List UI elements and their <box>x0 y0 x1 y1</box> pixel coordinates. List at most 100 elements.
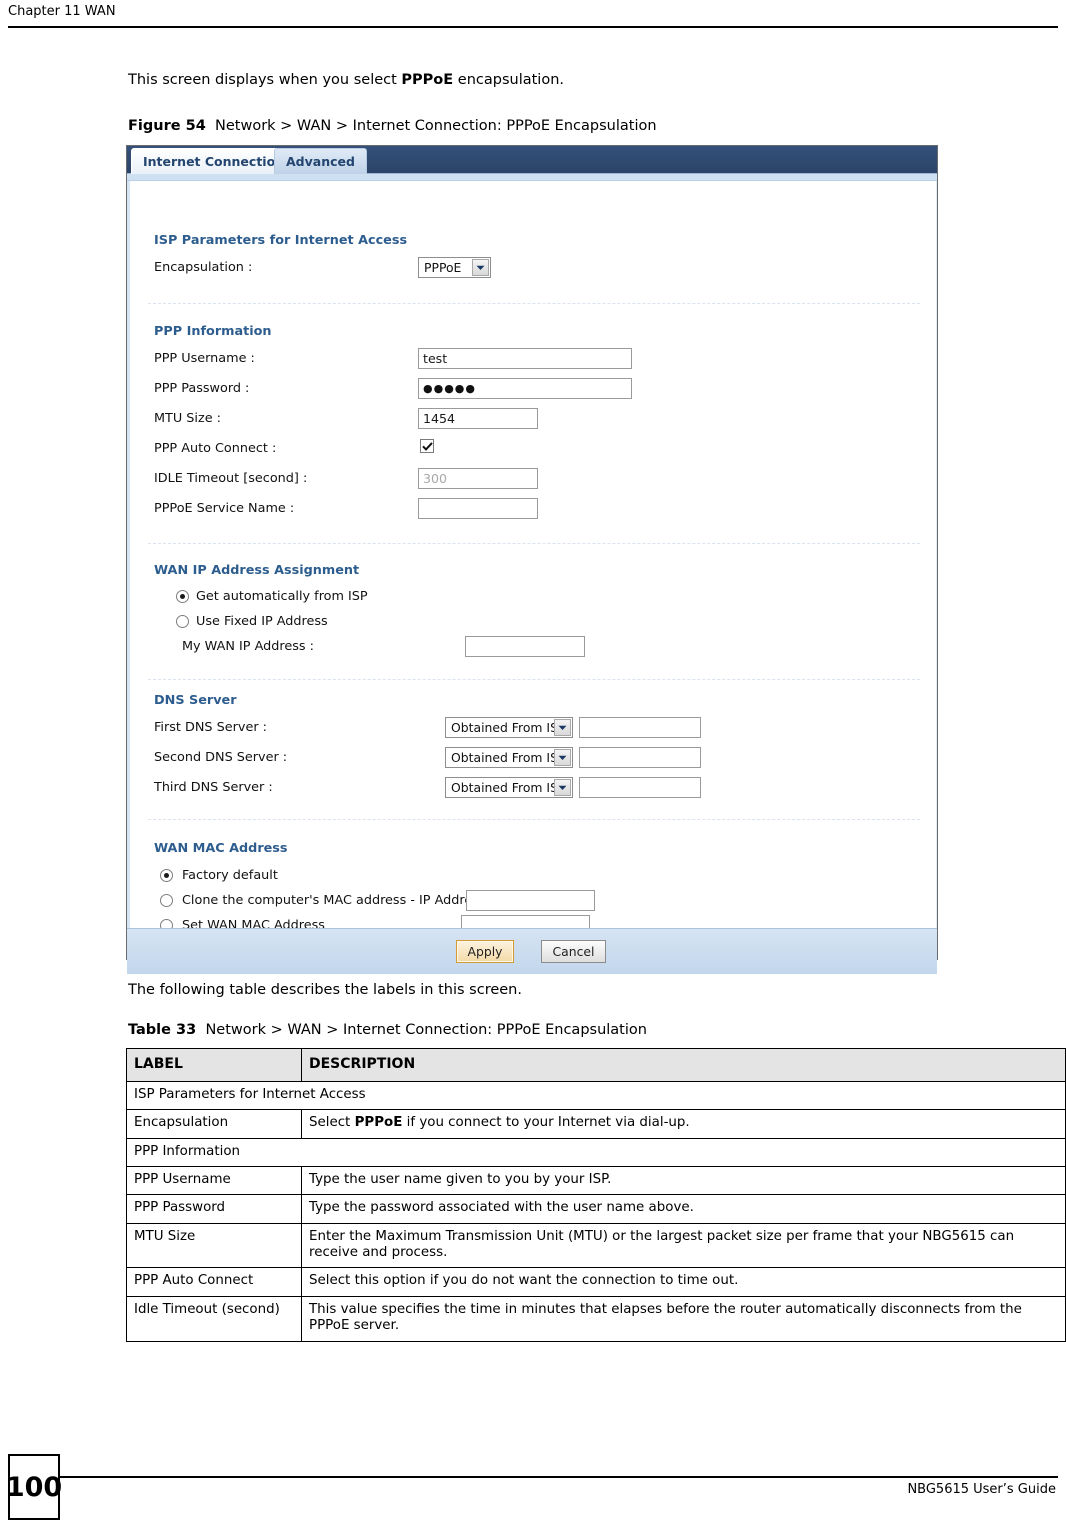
desc-text-before: Select <box>309 1115 355 1131</box>
select-first-dns-server-value: Obtained From ISP <box>451 720 566 735</box>
table-cell-label: PPP Auto Connect <box>126 1267 302 1297</box>
label-get-automatically-from-isp: Get automatically from ISP <box>196 589 368 604</box>
tab-bar: Internet Connection Advanced <box>127 146 937 174</box>
table-section-ppp-information: PPP Information <box>126 1137 1066 1168</box>
select-second-dns-server-value: Obtained From ISP <box>451 750 566 765</box>
router-config-screenshot: Internet Connection Advanced ISP Paramet… <box>126 145 938 974</box>
desc-text-bold: PPPoE <box>354 1115 403 1131</box>
tab-underline-strip <box>127 174 937 181</box>
intro-text-after: encapsulation. <box>453 72 564 88</box>
table-cell-label: Idle Timeout (second) <box>126 1295 302 1342</box>
table-cell-label: PPP Username <box>126 1166 302 1196</box>
table-row: PPP Username Type the user name given to… <box>126 1166 1066 1196</box>
label-clone-computer-mac: Clone the computer's MAC address - IP Ad… <box>182 893 486 908</box>
table-row: PPP Auto Connect Select this option if y… <box>126 1267 1066 1297</box>
intro-paragraph: This screen displays when you select PPP… <box>128 72 564 88</box>
label-third-dns-server: Third DNS Server : <box>154 780 273 795</box>
chevron-down-icon <box>554 779 571 796</box>
table-cell-label: PPP Password <box>126 1194 302 1224</box>
footer-guide-title: NBG5615 User’s Guide <box>907 1482 1056 1497</box>
input-my-wan-ip-address[interactable] <box>465 636 585 657</box>
label-factory-default: Factory default <box>182 868 278 883</box>
label-use-fixed-ip-address: Use Fixed IP Address <box>196 614 328 629</box>
select-third-dns-server[interactable]: Obtained From ISP <box>445 777 573 798</box>
table-cell-description: Select this option if you do not want th… <box>301 1267 1066 1297</box>
input-ppp-username[interactable]: test <box>418 348 632 369</box>
input-second-dns-server[interactable] <box>579 747 701 768</box>
label-encapsulation: Encapsulation : <box>154 260 253 275</box>
tab-internet-connection[interactable]: Internet Connection <box>131 148 297 174</box>
input-ppp-password[interactable]: ●●●●● <box>418 378 632 399</box>
radio-get-automatically-from-isp[interactable] <box>176 590 189 603</box>
table-row: PPP Password Type the password associate… <box>126 1194 1066 1224</box>
table-cell-description: This value specifies the time in minutes… <box>301 1295 1066 1342</box>
chevron-down-icon <box>472 259 489 276</box>
label-ppp-password: PPP Password : <box>154 381 250 396</box>
divider-wan-ip <box>148 679 920 680</box>
label-mtu-size: MTU Size : <box>154 411 221 426</box>
section-title-dns-server: DNS Server <box>154 693 237 708</box>
table-row: ISP Parameters for Internet Access <box>126 1081 1066 1111</box>
label-second-dns-server: Second DNS Server : <box>154 750 288 765</box>
section-title-wan-ip-assignment: WAN IP Address Assignment <box>154 563 360 578</box>
select-encapsulation[interactable]: PPPoE <box>418 257 491 278</box>
radio-factory-default[interactable] <box>160 869 173 882</box>
divider-dns <box>148 819 920 820</box>
select-second-dns-server[interactable]: Obtained From ISP <box>445 747 573 768</box>
intro-text-before: This screen displays when you select <box>128 72 402 88</box>
input-first-dns-server[interactable] <box>579 717 701 738</box>
input-idle-timeout[interactable]: 300 <box>418 468 538 489</box>
table-cell-description: Type the password associated with the us… <box>301 1194 1066 1224</box>
table-section-isp-parameters: ISP Parameters for Internet Access <box>126 1081 1066 1111</box>
label-ppp-auto-connect: PPP Auto Connect : <box>154 441 277 456</box>
select-encapsulation-value: PPPoE <box>424 260 462 275</box>
chevron-down-icon <box>554 719 571 736</box>
table-label: Table 33 <box>128 1022 197 1038</box>
table-cell-description: Type the user name given to you by your … <box>301 1166 1066 1196</box>
table-cell-label: Encapsulation <box>126 1109 302 1139</box>
form-action-bar: Apply Cancel <box>127 928 937 974</box>
section-title-isp-parameters: ISP Parameters for Internet Access <box>154 233 408 248</box>
intro-text-bold: PPPoE <box>401 72 454 88</box>
tab-advanced[interactable]: Advanced <box>274 148 367 174</box>
table-header-row: LABEL DESCRIPTION <box>126 1047 1066 1083</box>
figure-caption-text: Network > WAN > Internet Connection: PPP… <box>215 118 657 134</box>
after-figure-paragraph: The following table describes the labels… <box>128 982 522 998</box>
table-row: MTU Size Enter the Maximum Transmission … <box>126 1222 1066 1269</box>
figure-caption: Figure 54 Network > WAN > Internet Conne… <box>128 118 657 134</box>
cancel-button[interactable]: Cancel <box>541 940 606 963</box>
divider-isp <box>148 303 920 304</box>
chapter-header: Chapter 11 WAN <box>8 4 116 19</box>
table-cell-label: MTU Size <box>126 1222 302 1269</box>
chevron-down-icon <box>554 749 571 766</box>
table-cell-description: Enter the Maximum Transmission Unit (MTU… <box>301 1222 1066 1269</box>
select-third-dns-server-value: Obtained From ISP <box>451 780 566 795</box>
apply-button[interactable]: Apply <box>456 940 514 963</box>
table-header-description: DESCRIPTION <box>301 1047 1066 1083</box>
desc-text-after: if you connect to your Internet via dial… <box>402 1115 690 1131</box>
input-clone-computer-mac-ip[interactable] <box>466 890 595 911</box>
table-row: PPP Information <box>126 1137 1066 1168</box>
input-third-dns-server[interactable] <box>579 777 701 798</box>
select-first-dns-server[interactable]: Obtained From ISP <box>445 717 573 738</box>
footer-divider <box>60 1476 1058 1478</box>
header-divider <box>8 26 1058 28</box>
table-cell-description: Select PPPoE if you connect to your Inte… <box>301 1109 1066 1139</box>
input-pppoe-service-name[interactable] <box>418 498 538 519</box>
table-caption: Table 33 Network > WAN > Internet Connec… <box>128 1022 647 1038</box>
section-title-ppp-information: PPP Information <box>154 324 272 339</box>
figure-label: Figure 54 <box>128 118 206 134</box>
radio-clone-computer-mac[interactable] <box>160 894 173 907</box>
page-number: 100 <box>6 1454 62 1520</box>
table-header-label: LABEL <box>126 1047 302 1083</box>
input-mtu-size[interactable]: 1454 <box>418 408 538 429</box>
checkbox-ppp-auto-connect[interactable] <box>420 439 434 453</box>
divider-ppp <box>148 543 920 544</box>
radio-use-fixed-ip-address[interactable] <box>176 615 189 628</box>
table-caption-text: Network > WAN > Internet Connection: PPP… <box>205 1022 647 1038</box>
table-row: Encapsulation Select PPPoE if you connec… <box>126 1109 1066 1139</box>
check-icon <box>421 441 433 451</box>
label-ppp-username: PPP Username : <box>154 351 255 366</box>
label-my-wan-ip-address: My WAN IP Address : <box>182 639 314 654</box>
label-description-table: LABEL DESCRIPTION ISP Parameters for Int… <box>126 1047 1066 1342</box>
